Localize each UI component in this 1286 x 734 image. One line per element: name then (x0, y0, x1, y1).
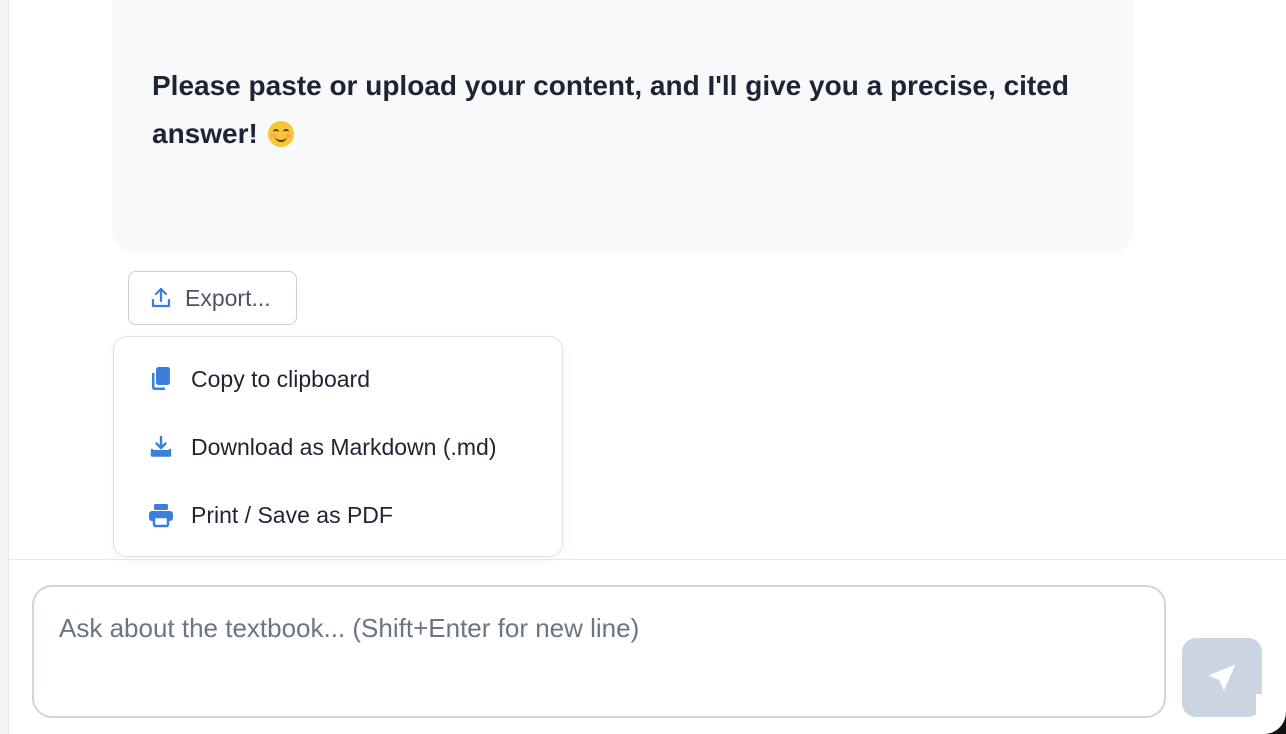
menu-item-print-pdf[interactable]: Print / Save as PDF (114, 485, 562, 545)
printer-icon (147, 501, 175, 529)
smiling-face-emoji (267, 121, 294, 147)
export-button-label: Export... (185, 284, 271, 311)
assistant-message: Please paste or upload your content, and… (152, 62, 1112, 158)
copy-icon (147, 365, 175, 393)
menu-item-label: Copy to clipboard (191, 365, 370, 392)
composer-divider (8, 559, 1286, 560)
chat-page: Please paste or upload your content, and… (0, 0, 1286, 734)
menu-item-label: Print / Save as PDF (191, 501, 393, 528)
sidebar-edge (0, 0, 9, 734)
send-button[interactable] (1182, 638, 1262, 717)
send-icon (1205, 661, 1239, 695)
download-icon (147, 433, 175, 461)
upload-icon (149, 286, 173, 310)
menu-item-label: Download as Markdown (.md) (191, 433, 497, 460)
chat-input[interactable] (32, 585, 1166, 718)
menu-item-download-markdown[interactable]: Download as Markdown (.md) (114, 417, 562, 477)
export-button[interactable]: Export... (128, 271, 297, 325)
export-dropdown-menu: Copy to clipboard Download as Markdown (… (113, 336, 563, 557)
menu-item-copy-to-clipboard[interactable]: Copy to clipboard (114, 349, 562, 409)
